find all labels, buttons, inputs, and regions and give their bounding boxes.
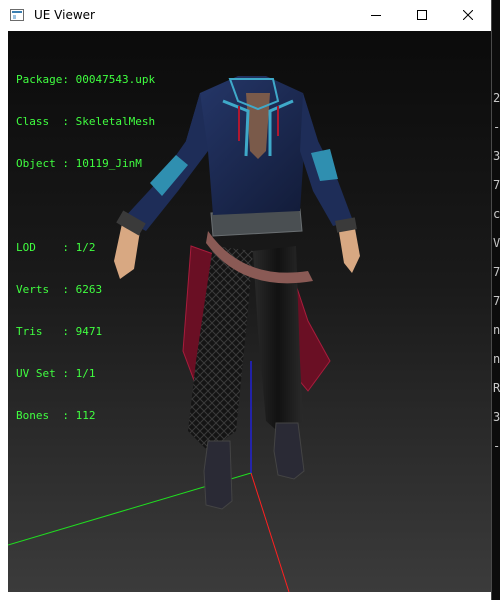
info-class-label: Class : [16,115,69,128]
console-glyph: V [493,236,500,250]
background-console-right: 2 - 3 7 c V 7 7 n n R 3 - [491,0,500,600]
info-package: Package: 00047543.upk [16,73,155,87]
info-package-label: Package: [16,73,69,86]
console-glyph: 7 [493,178,500,192]
info-verts: Verts : 6263 [16,283,155,297]
info-spacer [16,199,155,213]
close-button[interactable] [445,0,491,31]
info-class: Class : SkeletalMesh [16,115,155,129]
info-bones-value: 112 [75,409,96,422]
info-bones-label: Bones : [16,409,69,422]
info-verts-label: Verts : [16,283,69,296]
info-object: Object : 10119_JinM [16,157,155,171]
boot-left [203,440,233,510]
ue-viewer-window: UE Viewer Package: 00047543.upk Class: … [0,0,491,600]
info-tris-label: Tris : [16,325,69,338]
info-uvset-label: UV Set : [16,367,69,380]
info-lod: LOD : 1/2 [16,241,155,255]
console-glyph: - [493,120,500,134]
minimize-icon [371,15,381,16]
info-verts-value: 6263 [75,283,103,296]
console-glyph: 3 [493,410,500,424]
console-glyph: 7 [493,265,500,279]
console-glyph: 7 [493,294,500,308]
info-object-label: Object : [16,157,69,170]
console-glyph: n [493,323,500,337]
console-glyph: - [493,439,500,453]
title-bar[interactable]: UE Viewer [0,0,491,31]
minimize-button[interactable] [353,0,399,31]
window-title: UE Viewer [34,8,95,22]
maximize-icon [417,10,427,20]
close-icon [463,10,473,20]
app-window-icon [10,9,24,21]
console-glyph: R [493,381,500,395]
info-object-value: 10119_JinM [75,157,142,170]
maximize-button[interactable] [399,0,445,31]
info-lod-value: 1/2 [75,241,96,254]
info-package-value: 00047543.upk [75,73,156,86]
console-glyph: 3 [493,149,500,163]
3d-viewport[interactable]: Package: 00047543.upk Class : SkeletalMe… [8,31,491,592]
mesh-info-overlay: Package: 00047543.upk Class : SkeletalMe… [16,45,155,451]
info-uvset-value: 1/1 [75,367,96,380]
console-glyph: n [493,352,500,366]
info-tris: Tris : 9471 [16,325,155,339]
info-uvset: UV Set : 1/1 [16,367,155,381]
info-lod-label: LOD : [16,241,69,254]
console-glyph: c [493,207,500,221]
info-class-value: SkeletalMesh [75,115,156,128]
info-bones: Bones : 112 [16,409,155,423]
boot-right [273,422,305,480]
info-tris-value: 9471 [75,325,103,338]
console-glyph: 2 [493,91,500,105]
